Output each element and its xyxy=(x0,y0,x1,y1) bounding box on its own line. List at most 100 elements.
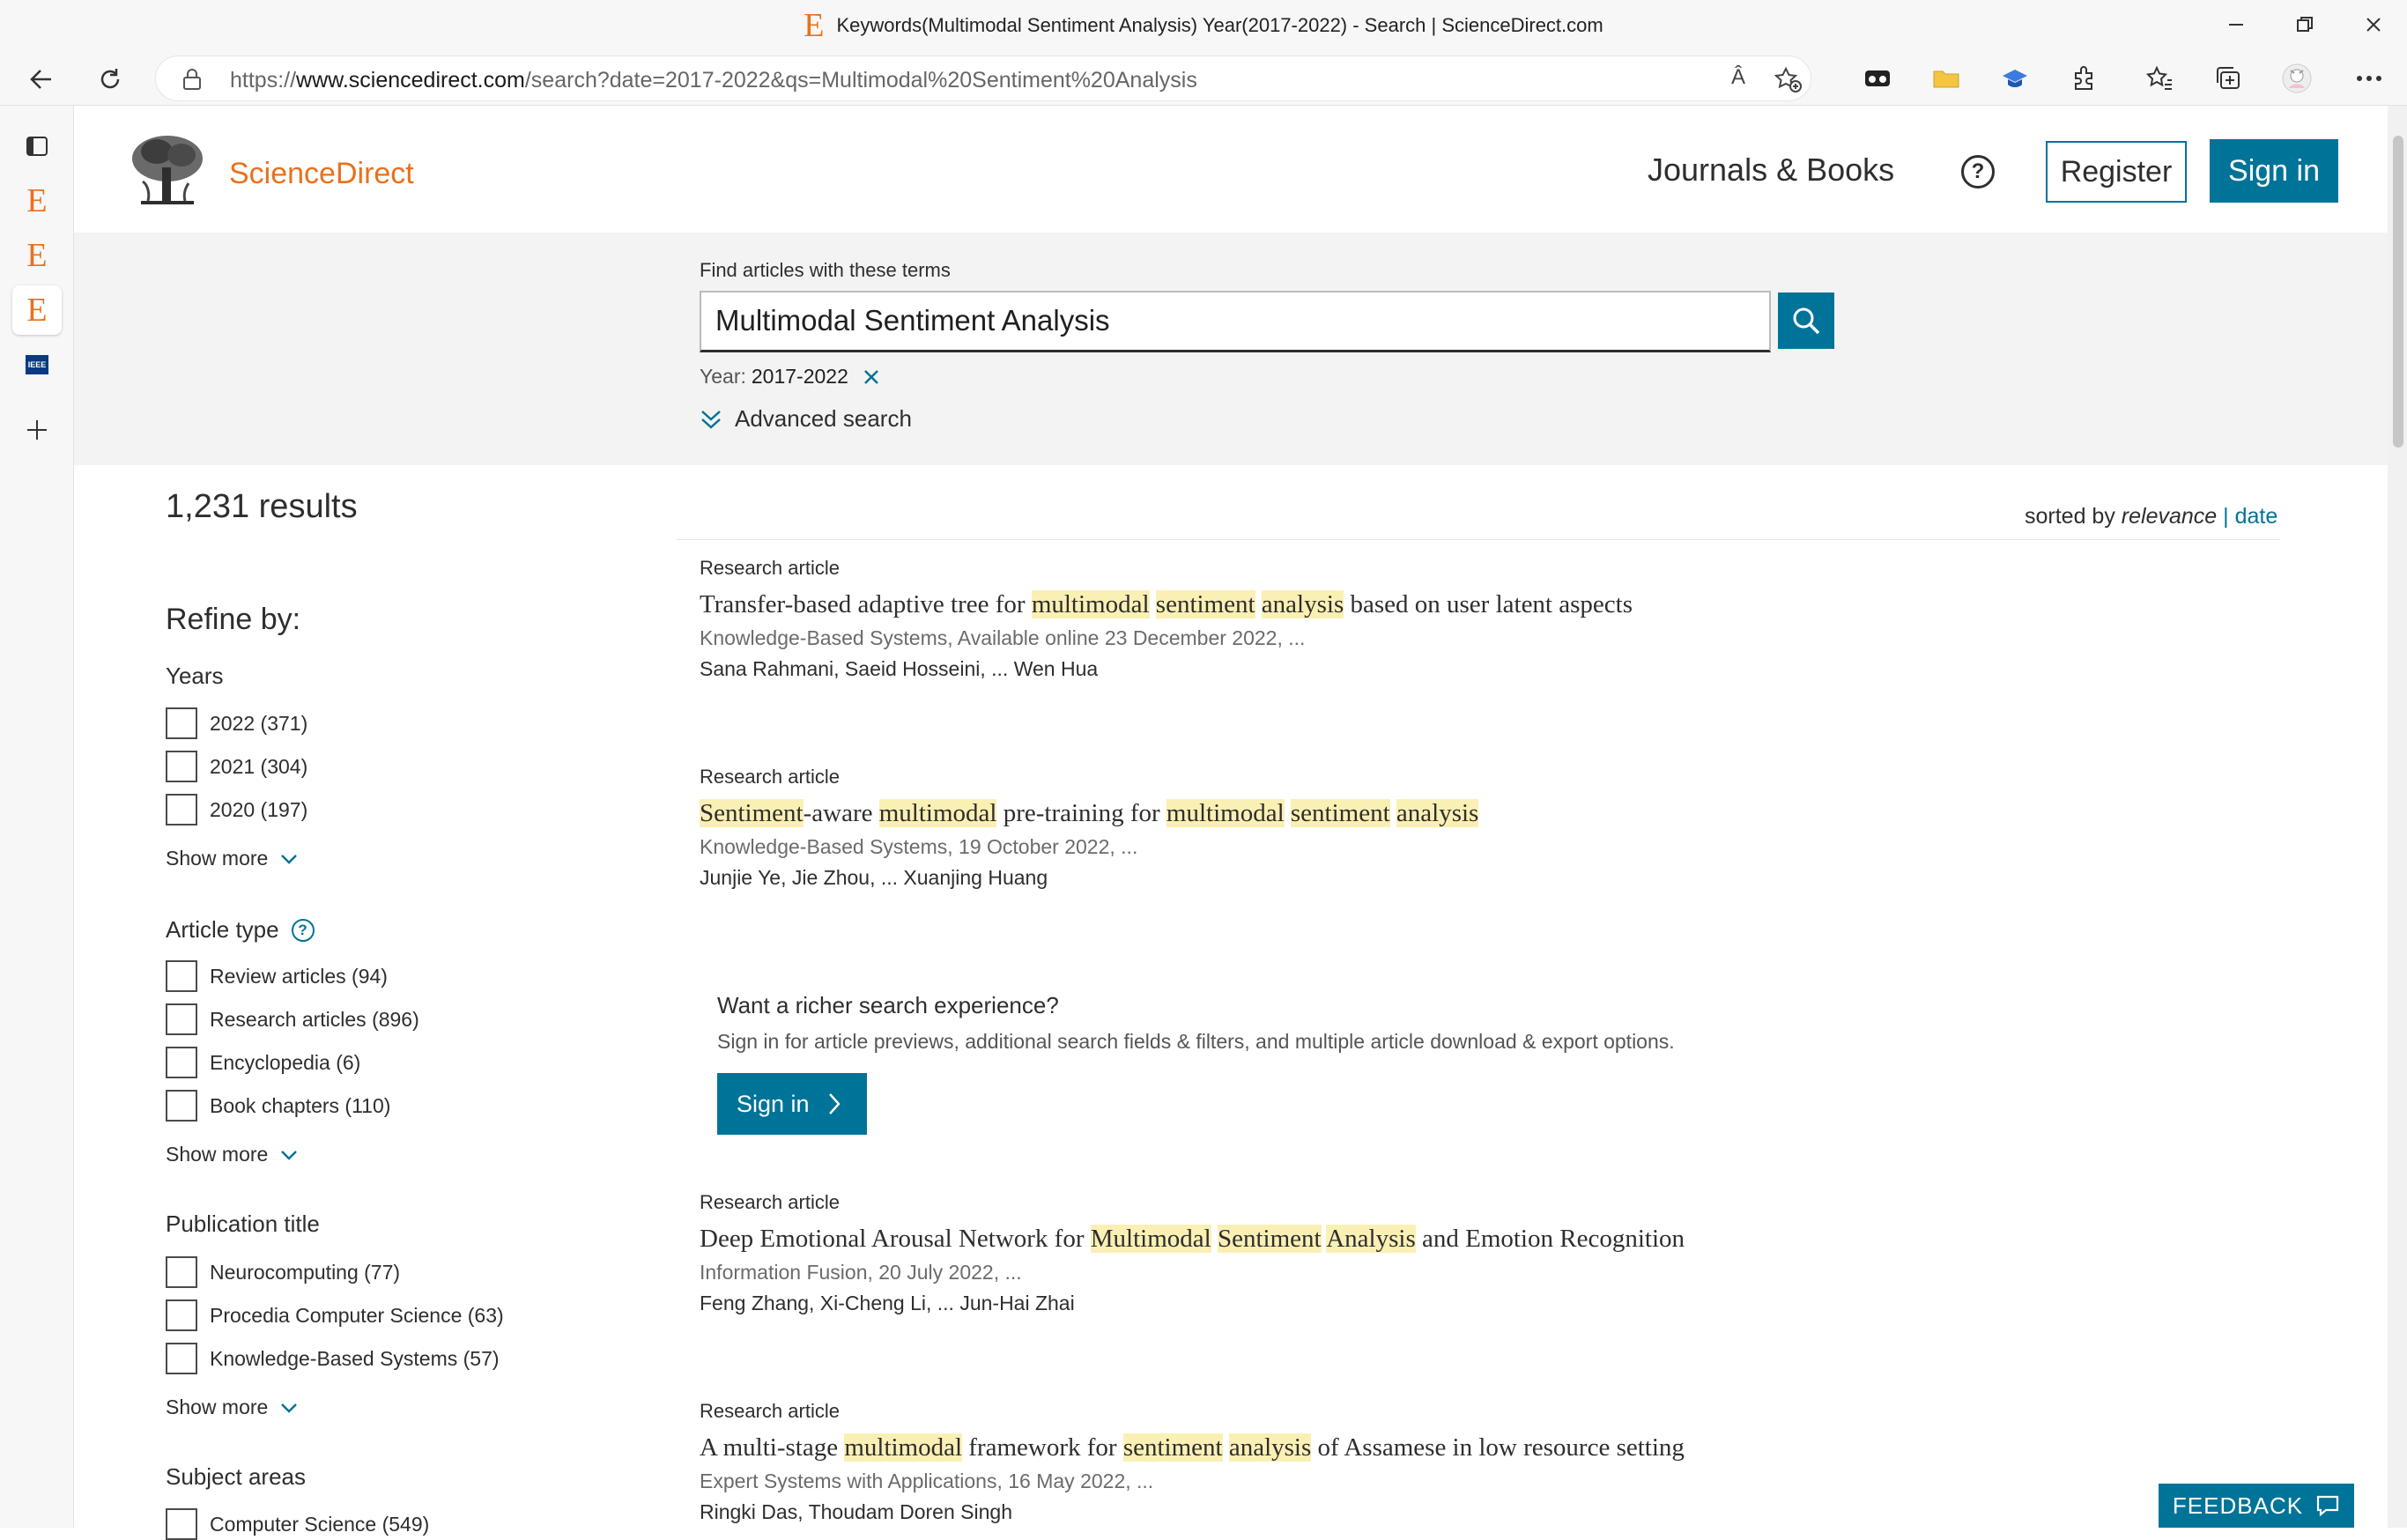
advanced-search-toggle[interactable]: Advanced search xyxy=(700,405,912,433)
checkbox[interactable] xyxy=(166,960,197,992)
profile-avatar[interactable] xyxy=(2277,58,2317,99)
tab-actions-button[interactable] xyxy=(12,122,62,171)
extensions-icon[interactable] xyxy=(2063,58,2104,99)
chevron-down-icon xyxy=(281,854,298,864)
checkbox[interactable] xyxy=(166,1090,197,1122)
year-label: Year: xyxy=(700,365,746,388)
subject-areas-title: Subject areas xyxy=(166,1463,306,1491)
article-source[interactable]: Information Fusion, 20 July 2022, ... xyxy=(700,1261,2285,1285)
sign-in-button[interactable]: Sign in xyxy=(2210,139,2338,203)
article-type-label: Article type xyxy=(166,916,279,943)
show-more-label: Show more xyxy=(166,847,269,870)
restore-icon xyxy=(2297,17,2313,32)
article-source[interactable]: Expert Systems with Applications, 16 May… xyxy=(700,1470,2285,1493)
filter-neurocomputing[interactable]: Neurocomputing (77) xyxy=(166,1256,400,1288)
years-title-label: Years xyxy=(166,663,224,689)
address-bar[interactable]: https://www.sciencedirect.com/search?dat… xyxy=(155,56,1811,101)
help-icon[interactable]: ? xyxy=(1961,155,1995,189)
extension-graduation-icon[interactable] xyxy=(1995,58,2035,99)
search-button[interactable] xyxy=(1778,292,1834,349)
register-button[interactable]: Register xyxy=(2046,141,2187,203)
filter-year-2020[interactable]: 2020 (197) xyxy=(166,794,307,826)
checkbox[interactable] xyxy=(166,1343,197,1374)
sort-date-link[interactable]: date xyxy=(2235,504,2278,529)
filter-computer-science[interactable]: Computer Science (549) xyxy=(166,1508,429,1540)
scrollbar-thumb[interactable] xyxy=(2393,136,2403,448)
minimize-button[interactable] xyxy=(2217,7,2255,42)
article-type: Research article xyxy=(700,766,840,788)
tab-title: Keywords(Multimodal Sentiment Analysis) … xyxy=(836,14,1603,36)
restore-button[interactable] xyxy=(2285,7,2324,42)
elsevier-tree-logo[interactable] xyxy=(123,132,208,208)
checkbox[interactable] xyxy=(166,1299,197,1331)
new-tab-button[interactable] xyxy=(12,405,62,455)
article-title-link[interactable]: Deep Emotional Arousal Network for Multi… xyxy=(700,1225,2285,1254)
add-favorite-icon[interactable] xyxy=(1774,66,1802,93)
filter-label: Book chapters (110) xyxy=(210,1093,391,1117)
checkbox[interactable] xyxy=(166,1508,197,1540)
article-type-show-more[interactable]: Show more xyxy=(166,1143,298,1166)
highlighted-keyword: multimodal xyxy=(1031,590,1150,618)
page-scrollbar[interactable] xyxy=(2388,106,2407,1528)
back-button[interactable] xyxy=(21,59,62,100)
filter-review-articles[interactable]: Review articles (94) xyxy=(166,960,388,992)
vertical-tab-strip: E E E IEEE xyxy=(0,106,74,1528)
search-input[interactable]: Multimodal Sentiment Analysis xyxy=(700,291,1771,352)
more-icon[interactable] xyxy=(2349,58,2389,99)
filter-year-2022[interactable]: 2022 (371) xyxy=(166,707,307,739)
collections-icon[interactable] xyxy=(2208,58,2248,99)
checkbox[interactable] xyxy=(166,1047,197,1078)
promo-sign-in-button[interactable]: Sign in xyxy=(717,1073,867,1135)
years-show-more[interactable]: Show more xyxy=(166,847,298,870)
sort-control: sorted by relevance | date xyxy=(2025,504,2277,529)
filter-encyclopedia[interactable]: Encyclopedia (6) xyxy=(166,1047,360,1078)
url-scheme: https:// xyxy=(230,68,297,93)
checkbox[interactable] xyxy=(166,1003,197,1035)
tab-elsevier-active[interactable]: E xyxy=(12,285,62,335)
read-aloud-icon[interactable]: Â xyxy=(1731,65,1745,90)
checkbox[interactable] xyxy=(166,751,197,782)
tab-elsevier-1[interactable]: E xyxy=(12,176,62,226)
years-title: Years xyxy=(166,663,224,690)
brand-name[interactable]: ScienceDirect xyxy=(229,157,414,191)
extension-folder-icon[interactable] xyxy=(1926,58,1966,99)
feedback-label: FEEDBACK xyxy=(2172,1492,2304,1519)
close-icon[interactable] xyxy=(863,368,880,386)
article-title-link[interactable]: Sentiment-aware multimodal pre-training … xyxy=(700,799,2285,828)
tab-elsevier-2[interactable]: E xyxy=(12,231,62,280)
checkbox[interactable] xyxy=(166,794,197,826)
filter-procedia-cs[interactable]: Procedia Computer Science (63) xyxy=(166,1299,504,1331)
journals-books-link[interactable]: Journals & Books xyxy=(1648,152,1894,189)
chevrons-down-icon xyxy=(701,410,721,429)
browser-toolbar: https://www.sciencedirect.com/search?dat… xyxy=(0,51,2407,106)
title-text: and Emotion Recognition xyxy=(1415,1225,1685,1253)
extension-glasses-icon[interactable] xyxy=(1857,58,1898,99)
refresh-button[interactable] xyxy=(90,59,130,100)
article-title-link[interactable]: A multi-stage multimodal framework for s… xyxy=(700,1433,2285,1462)
publication-title-label: Publication title xyxy=(166,1211,320,1237)
highlighted-keyword: analysis xyxy=(1228,1433,1312,1462)
results-count: 1,231 results xyxy=(166,488,358,525)
sort-relevance[interactable]: relevance xyxy=(2122,504,2217,529)
checkbox[interactable] xyxy=(166,1256,197,1288)
filter-book-chapters[interactable]: Book chapters (110) xyxy=(166,1090,390,1122)
favorites-icon[interactable] xyxy=(2139,58,2180,99)
filter-research-articles[interactable]: Research articles (896) xyxy=(166,1003,419,1035)
highlighted-keyword: multimodal xyxy=(1166,799,1285,827)
refresh-icon xyxy=(100,69,120,89)
question-icon[interactable]: ? xyxy=(291,918,315,942)
filter-year-2021[interactable]: 2021 (304) xyxy=(166,751,307,782)
article-title-link[interactable]: Transfer-based adaptive tree for multimo… xyxy=(700,590,2285,619)
publication-show-more[interactable]: Show more xyxy=(166,1396,298,1419)
checkbox[interactable] xyxy=(166,707,197,739)
filter-label: Computer Science (549) xyxy=(210,1512,430,1536)
article-source[interactable]: Knowledge-Based Systems, 19 October 2022… xyxy=(700,835,2285,859)
feedback-button[interactable]: FEEDBACK xyxy=(2159,1484,2354,1528)
title-text: Deep Emotional Arousal Network for xyxy=(700,1225,1091,1253)
article-source[interactable]: Knowledge-Based Systems, Available onlin… xyxy=(700,626,2285,650)
url-text[interactable]: https://www.sciencedirect.com/search?dat… xyxy=(230,68,1197,93)
filter-knowledge-based-systems[interactable]: Knowledge-Based Systems (57) xyxy=(166,1343,500,1374)
tab-ieee[interactable]: IEEE xyxy=(12,340,62,389)
article-type: Research article xyxy=(700,557,840,579)
close-window-button[interactable] xyxy=(2354,7,2393,42)
